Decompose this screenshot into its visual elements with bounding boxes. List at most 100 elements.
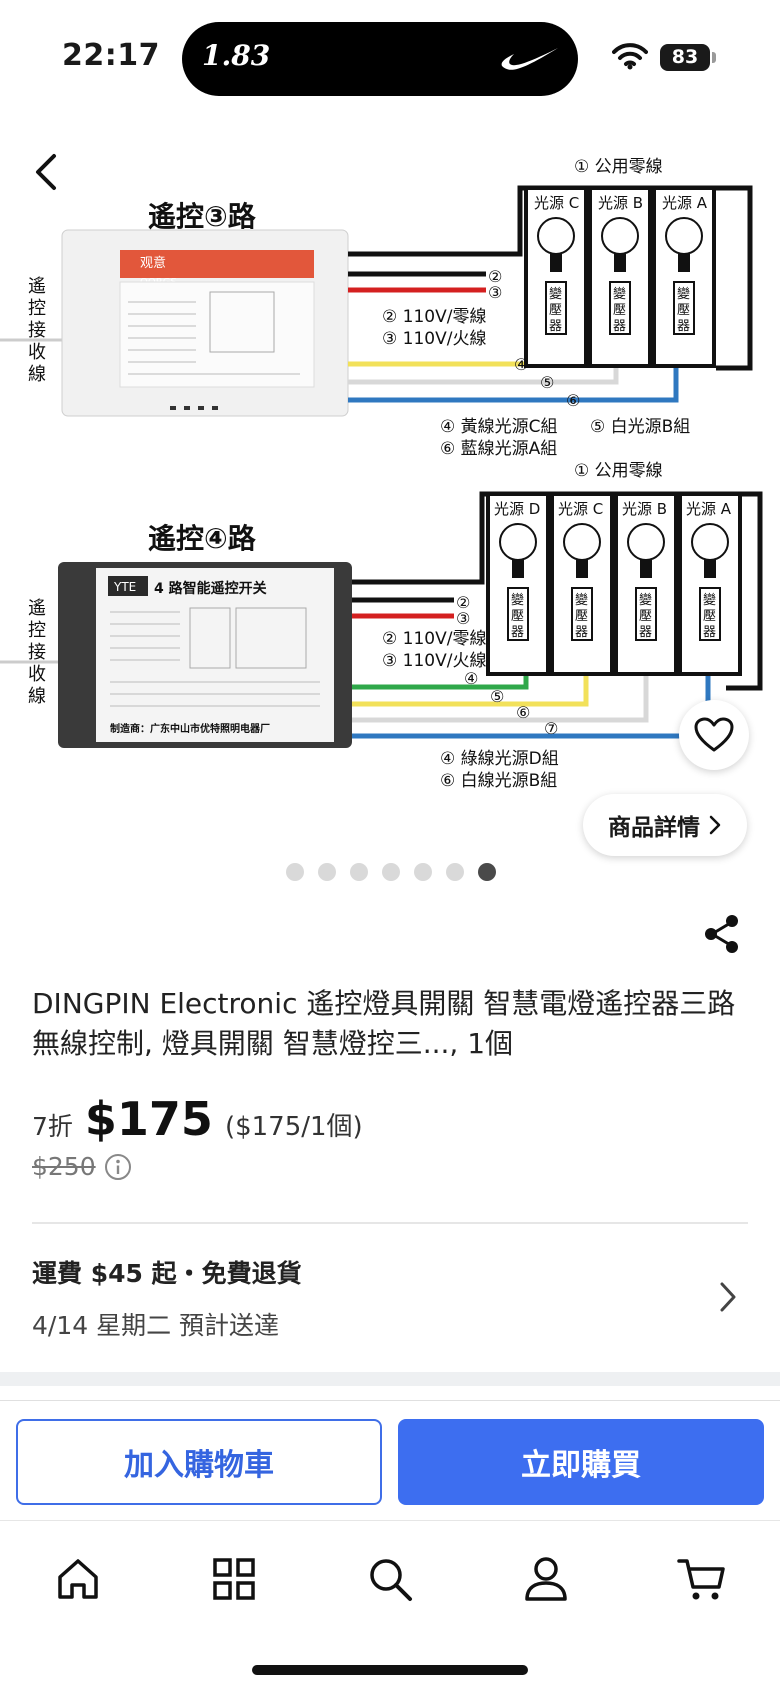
section-separator [0, 1372, 780, 1386]
dynamic-island: 1.83 [182, 22, 578, 96]
original-price: $250 [32, 1152, 96, 1181]
info-icon[interactable] [104, 1153, 132, 1181]
svg-text:光源 D: 光源 D [494, 500, 540, 518]
svg-text:② 110V/零線: ② 110V/零線 [382, 629, 486, 649]
carousel-dot-active[interactable] [478, 863, 496, 881]
svg-text:光源 C: 光源 C [534, 194, 579, 212]
cart-icon [677, 1559, 725, 1600]
shipping-row[interactable]: 運費 $45 起・免費退貨 4/14 星期二 預計送達 [0, 1240, 780, 1360]
unit-price: ($175/1個) [224, 1112, 363, 1142]
svg-text:接: 接 [28, 320, 46, 341]
svg-text:光源 C: 光源 C [558, 500, 603, 518]
diagram-top-brand: 观意 [140, 255, 166, 271]
carousel-dot[interactable] [350, 863, 368, 881]
add-to-cart-button[interactable]: 加入購物車 [16, 1419, 382, 1505]
tab-account[interactable] [518, 1551, 574, 1607]
svg-text:變: 變 [703, 592, 716, 608]
original-price-row: $250 [32, 1152, 132, 1181]
svg-text:壓: 壓 [613, 303, 626, 318]
svg-text:③: ③ [488, 283, 502, 302]
svg-text:控: 控 [28, 298, 46, 319]
heart-icon [694, 717, 734, 752]
tab-categories[interactable] [206, 1551, 262, 1607]
svg-text:YTE: YTE [113, 580, 136, 594]
svg-text:制造商：广东中山市优特照明电器厂: 制造商：广东中山市优特照明电器厂 [110, 722, 270, 735]
svg-text:④: ④ [464, 669, 478, 688]
buy-now-button[interactable]: 立即購買 [398, 1419, 764, 1505]
tab-search[interactable] [362, 1551, 418, 1607]
discount-label: 7折 [32, 1112, 73, 1141]
carousel-dot[interactable] [414, 863, 432, 881]
divider [32, 1222, 748, 1224]
svg-text:光源 B: 光源 B [622, 500, 667, 518]
back-button[interactable] [28, 150, 68, 194]
svg-text:壓: 壓 [549, 303, 562, 318]
svg-text:② 110V/零線: ② 110V/零線 [382, 307, 486, 327]
delivery-estimate: 4/14 星期二 預計送達 [32, 1311, 280, 1340]
svg-text:① 公用零線: ① 公用零線 [574, 461, 663, 481]
svg-text:控: 控 [28, 620, 46, 641]
carousel-dot[interactable] [382, 863, 400, 881]
svg-text:⑥: ⑥ [566, 391, 580, 410]
product-image[interactable]: 遙控③路 ① 公用零線 遙控接收線 观意 OORGS [0, 142, 780, 847]
svg-text:壓: 壓 [575, 609, 588, 624]
diagram-top-sources: 光源 C 光源 B 光源 A 變壓器 變壓器 變壓器 [524, 186, 716, 368]
svg-text:器: 器 [613, 319, 626, 334]
svg-text:⑥: ⑥ [516, 703, 530, 722]
tab-home[interactable] [50, 1551, 106, 1607]
account-icon [525, 1557, 567, 1601]
svg-text:壓: 壓 [639, 609, 652, 624]
diagram-top-title: 遙控③路 [148, 200, 257, 233]
battery-indicator: 83 [660, 44, 710, 71]
svg-text:變: 變 [575, 592, 588, 608]
svg-text:③ 110V/火線: ③ 110V/火線 [382, 329, 486, 349]
shipping-fee: 運費 $45 起・免費退貨 [32, 1259, 302, 1288]
chevron-left-icon [36, 154, 56, 190]
share-button[interactable] [700, 912, 744, 956]
svg-text:⑤: ⑤ [540, 373, 554, 392]
svg-text:遙: 遙 [28, 598, 46, 619]
current-price: $175 [84, 1092, 213, 1146]
svg-text:③ 110V/火線: ③ 110V/火線 [382, 651, 486, 671]
favorite-button[interactable] [679, 700, 749, 770]
diagram-top-receiver-label: 遙控接收線 [28, 276, 46, 385]
svg-text:變: 變 [549, 286, 562, 302]
carousel-dot[interactable] [286, 863, 304, 881]
home-icon [58, 1559, 98, 1599]
product-details-button[interactable]: 商品詳情 [583, 794, 747, 856]
svg-text:⑦: ⑦ [544, 719, 558, 738]
svg-text:線: 線 [28, 364, 46, 385]
svg-text:變: 變 [639, 592, 652, 608]
svg-text:遙: 遙 [28, 276, 46, 297]
status-bar: 22:17 1.83 83 [0, 0, 780, 120]
diagram-top-common-label: ① 公用零線 [574, 157, 663, 177]
status-time: 22:17 [62, 38, 160, 73]
bottom-tab-bar [0, 1520, 780, 1640]
svg-text:⑤: ⑤ [490, 687, 504, 706]
svg-text:變: 變 [677, 286, 690, 302]
svg-text:⑥ 藍線光源A組: ⑥ 藍線光源A組 [440, 439, 557, 459]
svg-text:器: 器 [549, 319, 562, 334]
price-row: 7折 $175 ($175/1個) [32, 1092, 363, 1146]
battery-tip [712, 52, 716, 63]
svg-text:4 路智能遥控开关: 4 路智能遥控开关 [154, 580, 267, 597]
svg-text:器: 器 [511, 625, 524, 640]
carousel-indicator [286, 863, 496, 881]
search-icon [370, 1559, 412, 1601]
wifi-icon [612, 43, 648, 70]
chevron-right-icon [709, 815, 721, 835]
product-details-label: 商品詳情 [608, 815, 700, 841]
home-indicator [252, 1665, 528, 1675]
svg-text:器: 器 [639, 625, 652, 640]
svg-text:⑤ 白光源B組: ⑤ 白光源B組 [590, 417, 690, 437]
svg-text:器: 器 [575, 625, 588, 640]
svg-text:線: 線 [28, 686, 46, 707]
svg-text:器: 器 [703, 625, 716, 640]
svg-text:光源 A: 光源 A [662, 194, 708, 212]
swoosh-icon [501, 48, 558, 70]
carousel-dot[interactable] [446, 863, 464, 881]
tab-cart[interactable] [674, 1551, 730, 1607]
carousel-dot[interactable] [318, 863, 336, 881]
svg-text:變: 變 [613, 286, 626, 302]
grid-icon [213, 1558, 255, 1600]
